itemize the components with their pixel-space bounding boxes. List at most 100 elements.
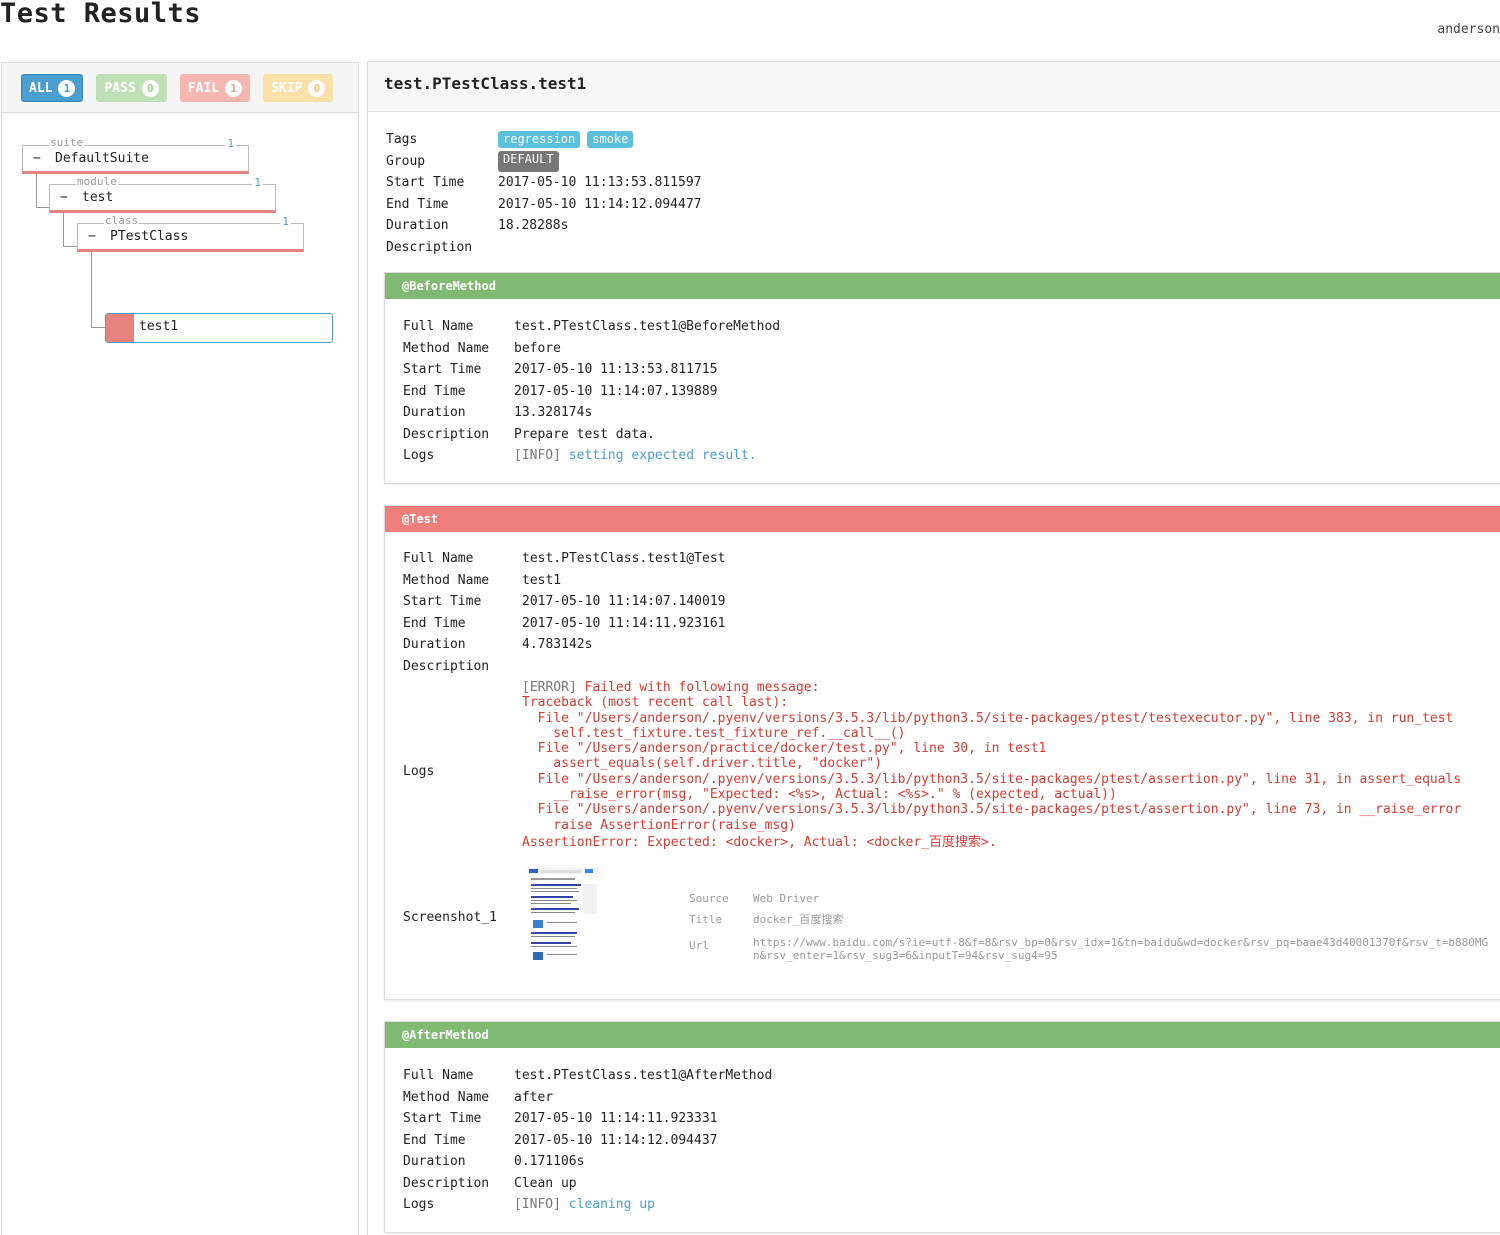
collapse-icon[interactable]: − <box>88 229 96 244</box>
node-type-label: suite <box>49 136 85 149</box>
test-method-fields: Full Name test.PTestClass.test1@Test Meth… <box>403 548 726 677</box>
before-method-header[interactable]: @BeforeMethod <box>385 273 1500 299</box>
node-label: DefaultSuite <box>55 151 149 166</box>
node-label: PTestClass <box>110 229 189 244</box>
method-name-value: after <box>514 1089 554 1105</box>
filter-skip-button[interactable]: SKIP 0 <box>263 74 334 102</box>
end-time-value: 2017-05-10 11:14:12.094477 <box>498 196 702 212</box>
node-label: test1 <box>139 319 179 334</box>
description-label: Description <box>386 239 473 255</box>
node-label: test <box>82 190 114 205</box>
log-level: [INFO] <box>514 1197 561 1212</box>
test-tree: suite 1 − DefaultSuite module 1 − test c… <box>2 114 358 1235</box>
node-type-label: module <box>76 175 118 188</box>
full-name-value: test.PTestClass.test1@Test <box>522 551 726 566</box>
filter-skip-count: 0 <box>308 79 326 97</box>
full-name-value: test.PTestClass.test1@BeforeMethod <box>514 319 781 334</box>
end-time-label: End Time <box>403 1132 466 1148</box>
detail-title: test.PTestClass.test1 <box>368 62 1500 112</box>
screenshot-label: Screenshot_1 <box>403 910 497 925</box>
collapse-icon[interactable]: − <box>60 190 68 205</box>
tags-label: Tags <box>386 132 418 147</box>
description-label: Description <box>403 426 490 442</box>
method-name-label: Method Name <box>403 572 490 588</box>
url-value-continued[interactable]: n&rsv_enter=1&rsv_sug3=6&inputT=94&rsv_s… <box>753 949 1488 962</box>
filter-skip-label: SKIP <box>271 80 303 96</box>
full-name-value: test.PTestClass.test1@AfterMethod <box>514 1068 773 1083</box>
log-line: Traceback (most recent call last): <box>522 695 789 711</box>
screenshot-thumbnail[interactable] <box>527 868 601 968</box>
test-method-header[interactable]: @Test <box>385 506 1500 532</box>
duration-label: Duration <box>403 1154 466 1169</box>
url-label: Url <box>689 939 709 952</box>
filter-all-button[interactable]: ALL 1 <box>21 74 84 102</box>
source-value: Web Driver <box>753 892 820 905</box>
title-label: Title <box>689 913 723 926</box>
filter-fail-count: 1 <box>225 79 243 97</box>
log-line: self.test_fixture.test_fixture_ref.__cal… <box>522 725 906 741</box>
end-time-value: 2017-05-10 11:14:12.094437 <box>514 1132 718 1148</box>
description-value: Clean up <box>514 1175 577 1191</box>
description-label: Description <box>403 1175 490 1191</box>
end-time-value: 2017-05-10 11:14:07.139889 <box>514 383 718 399</box>
start-time-value: 2017-05-10 11:14:07.140019 <box>522 594 726 609</box>
end-time-value: 2017-05-10 11:14:11.923161 <box>522 615 726 631</box>
method-name-value: before <box>514 340 561 356</box>
logs-label: Logs <box>403 448 435 463</box>
end-time-label: End Time <box>386 196 449 212</box>
log-entry: [INFO] cleaning up <box>514 1194 655 1216</box>
log-line: AssertionError: Expected: <docker>, Actu… <box>522 834 997 850</box>
error-log: [ERROR] Failed with following message: T… <box>522 680 1461 850</box>
source-label: Source <box>689 892 729 905</box>
full-name-label: Full Name <box>403 319 474 334</box>
screenshot-details: Source Web Driver Title docker_百度搜索 <box>689 888 843 930</box>
after-method-header[interactable]: @AfterMethod <box>385 1022 1500 1048</box>
start-time-value: 2017-05-10 11:13:53.811715 <box>514 362 718 377</box>
fail-status-indicator <box>106 314 134 342</box>
start-time-label: Start Time <box>403 594 482 609</box>
start-time-label: Start Time <box>386 175 465 190</box>
test-meta: Tags regression smoke Group DEFAULT Start … <box>386 129 702 258</box>
node-count: 1 <box>225 137 236 150</box>
test-method-panel: @Test Full Name test.PTestClass.test1@Tes… <box>384 505 1500 1000</box>
tag-badge[interactable]: regression <box>498 131 581 148</box>
tree-node-test[interactable]: test1 <box>105 313 333 343</box>
collapse-icon[interactable]: − <box>33 151 41 166</box>
filter-pass-count: 0 <box>141 79 159 97</box>
method-name-label: Method Name <box>403 1089 490 1105</box>
duration-label: Duration <box>403 405 466 420</box>
detail-panel: test.PTestClass.test1 Tags regression smo… <box>367 61 1500 1235</box>
filter-pass-button[interactable]: PASS 0 <box>96 74 167 102</box>
log-entry: [INFO] setting expected result. <box>514 445 757 467</box>
group-badge: DEFAULT <box>498 150 559 172</box>
tags-list: regression smoke <box>498 129 640 151</box>
tree-node-suite[interactable]: suite 1 − DefaultSuite <box>22 137 249 174</box>
node-count: 1 <box>280 215 291 228</box>
filter-fail-label: FAIL <box>187 80 220 96</box>
log-line: File "/Users/anderson/.pyenv/versions/3.… <box>522 802 1462 818</box>
logs-label: Logs <box>403 1197 435 1212</box>
user-name[interactable]: anderson <box>1437 22 1500 37</box>
tag-badge[interactable]: smoke <box>587 131 634 148</box>
title-value: docker_百度搜索 <box>753 913 844 926</box>
log-level: [ERROR] <box>522 680 577 695</box>
tree-node-module[interactable]: module 1 − test <box>49 176 276 213</box>
node-count: 1 <box>252 176 263 189</box>
full-name-label: Full Name <box>403 1068 474 1083</box>
url-value[interactable]: https://www.baidu.com/s?ie=utf-8&f=8&rsv… <box>753 936 1488 949</box>
tree-connector <box>91 252 105 328</box>
before-method-fields: Full Name test.PTestClass.test1@BeforeMet… <box>403 316 780 467</box>
start-time-value: 2017-05-10 11:14:11.923331 <box>514 1111 718 1126</box>
log-message: cleaning up <box>568 1197 655 1212</box>
filter-all-label: ALL <box>29 80 53 96</box>
node-type-label: class <box>104 214 140 227</box>
page-title: Test Results <box>0 0 202 29</box>
duration-label: Duration <box>403 637 466 652</box>
screenshot-image <box>527 868 601 968</box>
filter-fail-button[interactable]: FAIL 1 <box>179 74 251 102</box>
end-time-label: End Time <box>403 383 466 399</box>
duration-value: 4.783142s <box>522 637 593 652</box>
tree-node-class[interactable]: class 1 − PTestClass <box>77 215 304 252</box>
start-time-label: Start Time <box>403 1111 482 1126</box>
after-method-fields: Full Name test.PTestClass.test1@AfterMeth… <box>403 1065 772 1216</box>
